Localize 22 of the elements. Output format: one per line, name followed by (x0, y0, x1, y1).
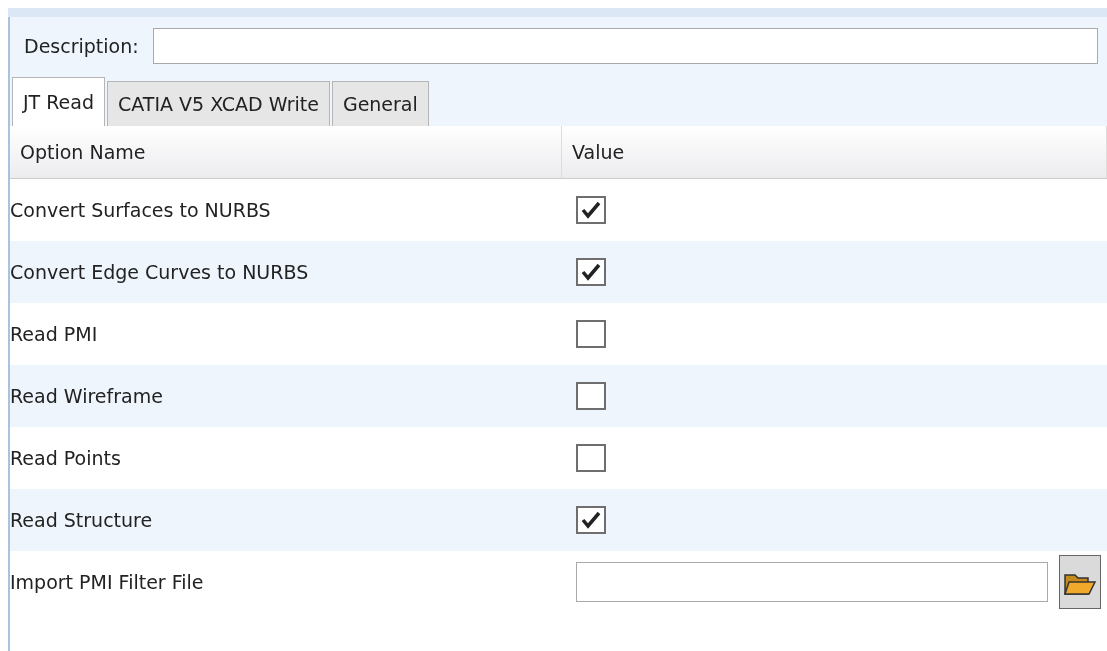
tab[interactable]: CATIA V5 XCAD Write (107, 81, 330, 126)
tab[interactable]: General (331, 81, 429, 126)
option-name: Convert Edge Curves to NURBS (10, 260, 310, 285)
file-path-field[interactable] (576, 562, 1048, 602)
description-field[interactable] (152, 28, 1098, 64)
checkbox[interactable] (576, 444, 606, 472)
column-header[interactable]: Value (562, 126, 1107, 178)
browse-button[interactable] (1059, 555, 1101, 609)
option-name: Import PMI Filter File (10, 570, 205, 595)
checkbox[interactable] (576, 382, 606, 410)
option-name: Read PMI (10, 322, 99, 347)
option-name: Read Wireframe (10, 384, 164, 409)
column-header[interactable]: Option Name (10, 126, 562, 178)
tab[interactable]: JT Read (12, 77, 105, 126)
checkbox[interactable] (576, 506, 606, 534)
option-name: Convert Surfaces to NURBS (10, 198, 272, 223)
option-name: Read Structure (10, 508, 154, 533)
checkbox[interactable] (576, 320, 606, 348)
checkbox[interactable] (576, 258, 606, 286)
option-name: Read Points (10, 446, 122, 471)
checkbox[interactable] (576, 196, 606, 224)
description-label: Description: (24, 35, 139, 57)
